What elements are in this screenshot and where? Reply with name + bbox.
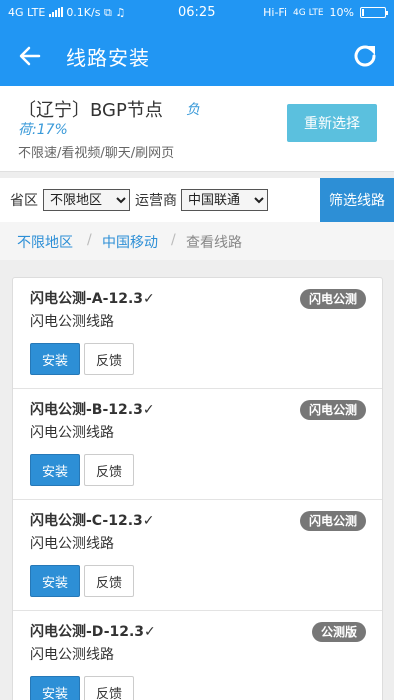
node-load-value: 荷:17% bbox=[18, 122, 68, 138]
clock: 06:25 bbox=[178, 5, 216, 20]
line-badge: 闪电公测 bbox=[299, 289, 366, 309]
app-bar: 线路安装 bbox=[0, 26, 394, 86]
list-item: 闪电公测-D-12.3✓ 闪电公测线路 公测版 安装 反馈 bbox=[13, 611, 382, 700]
line-description: 闪电公测线路 bbox=[30, 536, 114, 552]
refresh-icon bbox=[354, 45, 376, 67]
signal-icon bbox=[48, 7, 63, 17]
line-badge: 公测版 bbox=[311, 622, 366, 642]
refresh-button[interactable] bbox=[348, 39, 382, 73]
node-description: 不限速/看视频/聊天/刷网页 bbox=[18, 146, 175, 161]
feedback-button[interactable]: 反馈 bbox=[84, 454, 134, 486]
breadcrumb: 不限地区 / 中国移动 / 查看线路 bbox=[0, 222, 394, 260]
node-load-prefix: 负 bbox=[186, 102, 200, 118]
filter-lines-button[interactable]: 筛选线路 bbox=[320, 178, 394, 222]
line-name: 闪电公测-A-12.3✓ bbox=[30, 291, 155, 307]
arrow-left-icon bbox=[19, 46, 41, 66]
screenshot-icon: ⧉ bbox=[103, 6, 112, 19]
node-card: 〔辽宁〕BGP节点 负 荷:17% 不限速/看视频/聊天/刷网页 重新选择 bbox=[0, 86, 394, 172]
battery-percent: 10% bbox=[329, 6, 354, 19]
breadcrumb-region[interactable]: 不限地区 bbox=[17, 232, 73, 252]
breadcrumb-separator: / bbox=[87, 232, 92, 248]
install-button[interactable]: 安装 bbox=[30, 565, 80, 597]
network-type-right: 4G LTE bbox=[293, 7, 324, 18]
status-bar: 4G LTE 0.1K/s ⧉ ♫ 06:25 Hi-Fi 4G LTE 10% bbox=[0, 0, 394, 26]
line-description: 闪电公测线路 bbox=[30, 647, 114, 663]
feedback-button[interactable]: 反馈 bbox=[84, 565, 134, 597]
wifi-label: Hi-Fi bbox=[263, 6, 288, 19]
line-description: 闪电公测线路 bbox=[30, 314, 114, 330]
line-badge: 闪电公测 bbox=[299, 511, 366, 531]
network-speed: 0.1K/s bbox=[66, 6, 101, 19]
carrier-select[interactable]: 中国联通 bbox=[181, 189, 268, 211]
list-item: 闪电公测-A-12.3✓ 闪电公测线路 闪电公测 安装 反馈 bbox=[13, 278, 382, 389]
music-icon: ♫ bbox=[115, 6, 126, 19]
province-label: 省区 bbox=[10, 193, 38, 209]
install-button[interactable]: 安装 bbox=[30, 454, 80, 486]
page-title: 线路安装 bbox=[66, 46, 150, 70]
install-button[interactable]: 安装 bbox=[30, 343, 80, 375]
line-name: 闪电公测-D-12.3✓ bbox=[30, 624, 156, 640]
install-button[interactable]: 安装 bbox=[30, 676, 80, 700]
province-select[interactable]: 不限地区 bbox=[43, 189, 130, 211]
line-badge: 闪电公测 bbox=[299, 400, 366, 420]
line-name: 闪电公测-B-12.3✓ bbox=[30, 402, 155, 418]
reselect-button[interactable]: 重新选择 bbox=[287, 104, 377, 142]
feedback-button[interactable]: 反馈 bbox=[84, 676, 134, 700]
breadcrumb-separator: / bbox=[171, 232, 176, 248]
line-name: 闪电公测-C-12.3✓ bbox=[30, 513, 155, 529]
network-type-left: 4G LTE bbox=[8, 6, 46, 19]
status-left: 4G LTE 0.1K/s ⧉ ♫ bbox=[8, 6, 125, 20]
back-button[interactable] bbox=[14, 40, 46, 72]
list-item: 闪电公测-C-12.3✓ 闪电公测线路 闪电公测 安装 反馈 bbox=[13, 500, 382, 611]
filter-bar: 省区 不限地区 运营商 中国联通 筛选线路 bbox=[0, 178, 394, 222]
line-description: 闪电公测线路 bbox=[30, 425, 114, 441]
line-list: 闪电公测-A-12.3✓ 闪电公测线路 闪电公测 安装 反馈 闪电公测-B-12… bbox=[12, 277, 383, 700]
breadcrumb-carrier[interactable]: 中国移动 bbox=[102, 232, 158, 252]
list-item: 闪电公测-B-12.3✓ 闪电公测线路 闪电公测 安装 反馈 bbox=[13, 389, 382, 500]
feedback-button[interactable]: 反馈 bbox=[84, 343, 134, 375]
status-right: Hi-Fi 4G LTE 10% bbox=[263, 6, 388, 19]
breadcrumb-current: 查看线路 bbox=[186, 235, 242, 251]
battery-icon bbox=[360, 7, 388, 18]
carrier-label: 运营商 bbox=[135, 193, 177, 209]
